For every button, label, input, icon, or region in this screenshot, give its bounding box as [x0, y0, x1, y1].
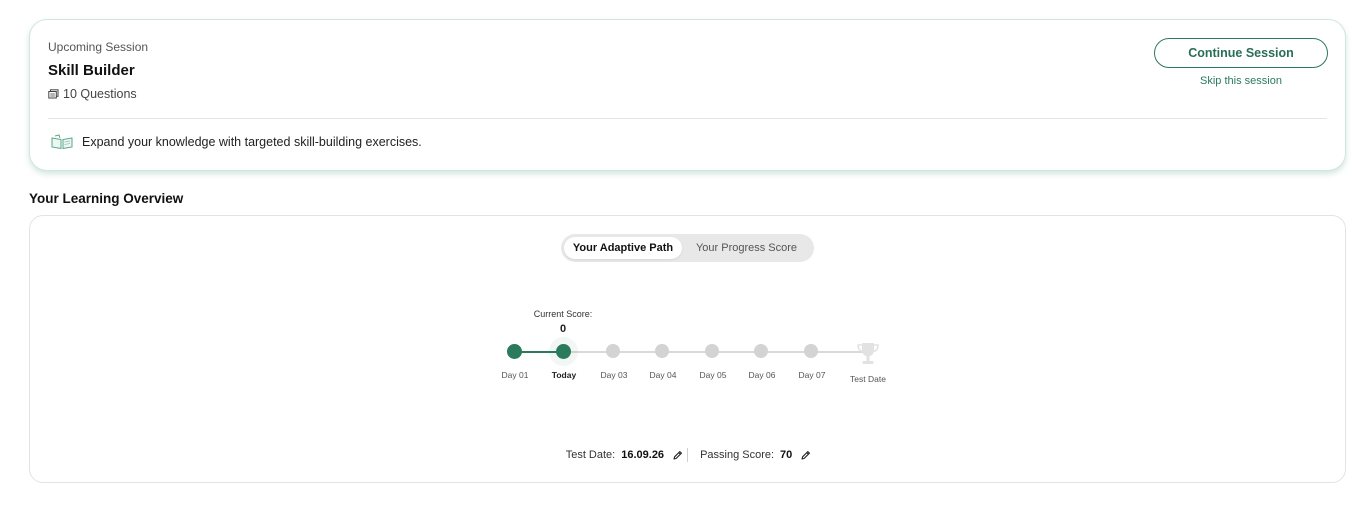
- day-label-day-04: Day 04: [649, 370, 677, 380]
- tab-adaptive-path[interactable]: Your Adaptive Path: [564, 237, 682, 259]
- day-label-day-07: Day 07: [798, 370, 826, 380]
- upcoming-session-card: Upcoming Session Skill Builder 10 Questi…: [29, 19, 1346, 171]
- day-label-day-01: Day 01: [501, 370, 529, 380]
- passing-score-label: Passing Score:: [700, 449, 775, 461]
- overview-title: Your Learning Overview: [29, 191, 184, 206]
- day-label-day-03: Day 03: [600, 370, 628, 380]
- overview-toggle: Your Adaptive Path Your Progress Score: [561, 234, 814, 262]
- continue-session-button[interactable]: Continue Session: [1154, 38, 1328, 68]
- path-node-day-06: [754, 344, 768, 358]
- current-score-label: Current Score:: [533, 309, 593, 319]
- day-label-test-date: Test Date: [850, 374, 886, 384]
- path-node-today: [556, 344, 571, 359]
- path-node-day-07: [804, 344, 818, 358]
- divider: [48, 118, 1327, 119]
- trophy-icon: [855, 341, 881, 372]
- question-count-label: 10 Questions: [63, 87, 137, 101]
- tab-progress-score[interactable]: Your Progress Score: [682, 237, 811, 259]
- edit-test-date-icon[interactable]: [672, 450, 683, 461]
- session-description-text: Expand your knowledge with targeted skil…: [82, 135, 422, 149]
- question-count: 10 Questions: [48, 87, 137, 101]
- passing-score-value: 70: [780, 449, 793, 461]
- edit-passing-score-icon[interactable]: [800, 450, 811, 461]
- session-description: Expand your knowledge with targeted skil…: [50, 134, 422, 150]
- day-label-day-05: Day 05: [699, 370, 727, 380]
- divider: [687, 448, 689, 462]
- path-node-day-01: [507, 344, 522, 359]
- open-book-icon: [50, 134, 74, 150]
- skip-session-link[interactable]: Skip this session: [1154, 75, 1328, 87]
- current-score-value: 0: [559, 323, 567, 335]
- test-date-label: Test Date:: [565, 449, 616, 461]
- path-node-day-03: [606, 344, 620, 358]
- learning-overview-card: Your Adaptive Path Your Progress Score C…: [29, 215, 1346, 483]
- exam-settings: Test Date: 16.09.26 Passing Score: 70: [30, 448, 1347, 462]
- path-node-day-04: [655, 344, 669, 358]
- day-label-day-06: Day 06: [748, 370, 776, 380]
- session-title: Skill Builder: [48, 62, 135, 79]
- path-node-day-05: [705, 344, 719, 358]
- day-label-today: Today: [551, 370, 577, 380]
- test-date-value: 16.09.26: [621, 449, 665, 461]
- book-icon: [48, 89, 59, 99]
- session-kicker: Upcoming Session: [48, 40, 149, 54]
